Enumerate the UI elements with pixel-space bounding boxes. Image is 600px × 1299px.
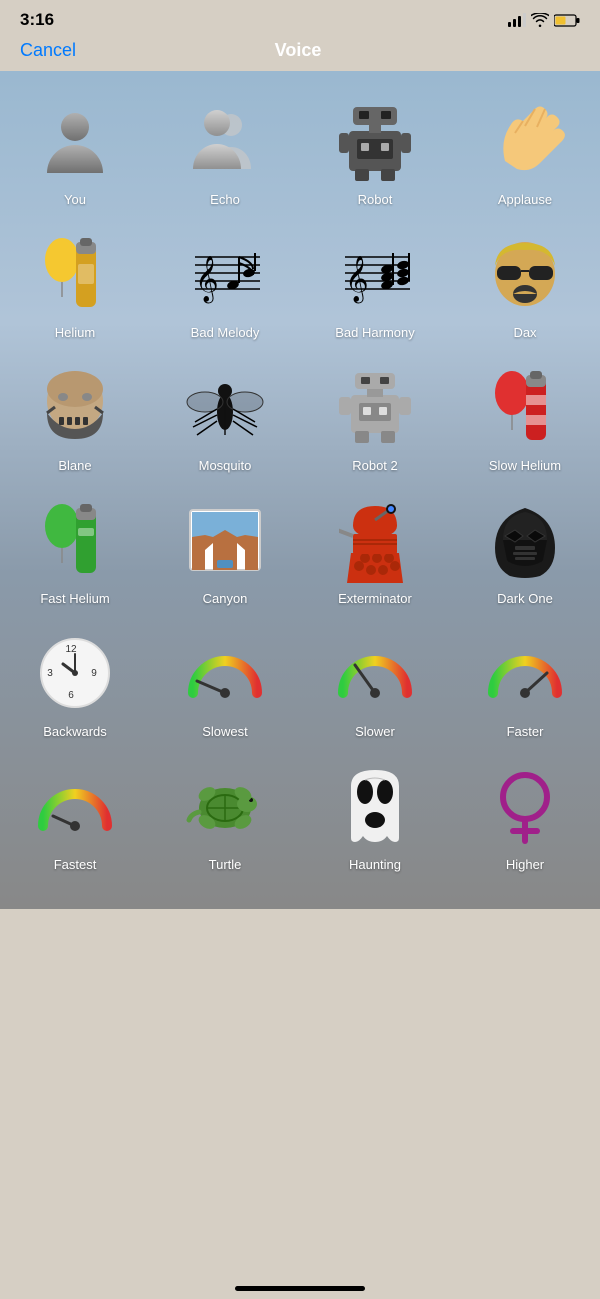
canyon-icon <box>180 495 270 585</box>
nav-title: Voice <box>275 40 322 61</box>
grid-item-robot2[interactable]: Robot 2 <box>300 352 450 485</box>
svg-text:3: 3 <box>47 668 53 679</box>
dax-label: Dax <box>513 325 536 340</box>
grid-item-dax[interactable]: Dax <box>450 219 600 352</box>
grid-item-you[interactable]: You <box>0 86 150 219</box>
battery-icon <box>554 14 580 27</box>
grid-item-echo[interactable]: Echo <box>150 86 300 219</box>
slowest-label: Slowest <box>202 724 248 739</box>
backwards-icon: 12 6 3 9 <box>30 628 120 718</box>
signal-icon <box>508 13 526 27</box>
grid-item-bad-harmony[interactable]: 𝄞 Bad Harmony <box>300 219 450 352</box>
home-indicator-bar <box>0 909 600 937</box>
grid-item-bad-melody[interactable]: 𝄞 Bad Melody <box>150 219 300 352</box>
status-time: 3:16 <box>20 10 54 30</box>
higher-label: Higher <box>506 857 544 872</box>
helium-icon <box>30 229 120 319</box>
applause-icon <box>480 96 570 186</box>
bad-melody-label: Bad Melody <box>191 325 260 340</box>
dark-one-icon <box>480 495 570 585</box>
grid-item-fastest[interactable]: Fastest <box>0 751 150 884</box>
grid-item-canyon[interactable]: Canyon <box>150 485 300 618</box>
status-bar: 3:16 <box>0 0 600 36</box>
exterminator-label: Exterminator <box>338 591 412 606</box>
svg-text:9: 9 <box>91 668 97 679</box>
grid-item-exterminator[interactable]: Exterminator <box>300 485 450 618</box>
svg-text:6: 6 <box>68 690 74 701</box>
applause-label: Applause <box>498 192 552 207</box>
bad-harmony-icon: 𝄞 <box>330 229 420 319</box>
haunting-icon <box>330 761 420 851</box>
slow-helium-icon <box>480 362 570 452</box>
dax-icon <box>480 229 570 319</box>
grid-item-slow-helium[interactable]: Slow Helium <box>450 352 600 485</box>
grid-item-helium[interactable]: Helium <box>0 219 150 352</box>
slowest-gauge-icon <box>180 628 270 718</box>
fastest-gauge-icon <box>30 761 120 851</box>
canyon-label: Canyon <box>203 591 248 606</box>
backwards-label: Backwards <box>43 724 107 739</box>
grid-item-backwards[interactable]: 12 6 3 9 Backwards <box>0 618 150 751</box>
haunting-label: Haunting <box>349 857 401 872</box>
faster-label: Faster <box>507 724 544 739</box>
wifi-icon <box>531 13 549 27</box>
helium-label: Helium <box>55 325 95 340</box>
robot-icon <box>330 96 420 186</box>
status-icons <box>508 13 580 27</box>
grid-item-haunting[interactable]: Haunting <box>300 751 450 884</box>
grid-item-mosquito[interactable]: Mosquito <box>150 352 300 485</box>
grid-item-slowest[interactable]: Slowest <box>150 618 300 751</box>
higher-icon <box>480 761 570 851</box>
bad-harmony-label: Bad Harmony <box>335 325 414 340</box>
blane-label: Blane <box>58 458 91 473</box>
echo-label: Echo <box>210 192 240 207</box>
slow-helium-label: Slow Helium <box>489 458 561 473</box>
cancel-button[interactable]: Cancel <box>20 40 76 61</box>
grid-item-blane[interactable]: Blane <box>0 352 150 485</box>
grid-item-robot[interactable]: Robot <box>300 86 450 219</box>
grid-item-faster[interactable]: Faster <box>450 618 600 751</box>
dark-one-label: Dark One <box>497 591 553 606</box>
grid-item-dark-one[interactable]: Dark One <box>450 485 600 618</box>
bad-melody-icon: 𝄞 <box>180 229 270 319</box>
fast-helium-icon <box>30 495 120 585</box>
grid-item-fast-helium[interactable]: Fast Helium <box>0 485 150 618</box>
grid-item-turtle[interactable]: Turtle <box>150 751 300 884</box>
faster-gauge-icon <box>480 628 570 718</box>
svg-text:𝄞: 𝄞 <box>195 256 219 304</box>
svg-text:𝄞: 𝄞 <box>345 256 369 304</box>
grid-item-applause[interactable]: Applause <box>450 86 600 219</box>
turtle-label: Turtle <box>209 857 242 872</box>
blane-icon <box>30 362 120 452</box>
fastest-label: Fastest <box>54 857 97 872</box>
robot2-label: Robot 2 <box>352 458 398 473</box>
mosquito-icon <box>180 362 270 452</box>
robot2-icon <box>330 362 420 452</box>
turtle-icon <box>180 761 270 851</box>
grid-item-slower[interactable]: Slower <box>300 618 450 751</box>
exterminator-icon <box>330 495 420 585</box>
voice-grid: You <box>0 81 600 889</box>
mosquito-label: Mosquito <box>199 458 252 473</box>
you-icon <box>30 96 120 186</box>
fast-helium-label: Fast Helium <box>40 591 109 606</box>
nav-bar: Cancel Voice <box>0 36 600 71</box>
slower-gauge-icon <box>330 628 420 718</box>
robot-label: Robot <box>358 192 393 207</box>
echo-icon <box>180 96 270 186</box>
content-area: You <box>0 71 600 909</box>
slower-label: Slower <box>355 724 395 739</box>
home-indicator <box>235 1286 365 1291</box>
grid-item-higher[interactable]: Higher <box>450 751 600 884</box>
you-label: You <box>64 192 86 207</box>
